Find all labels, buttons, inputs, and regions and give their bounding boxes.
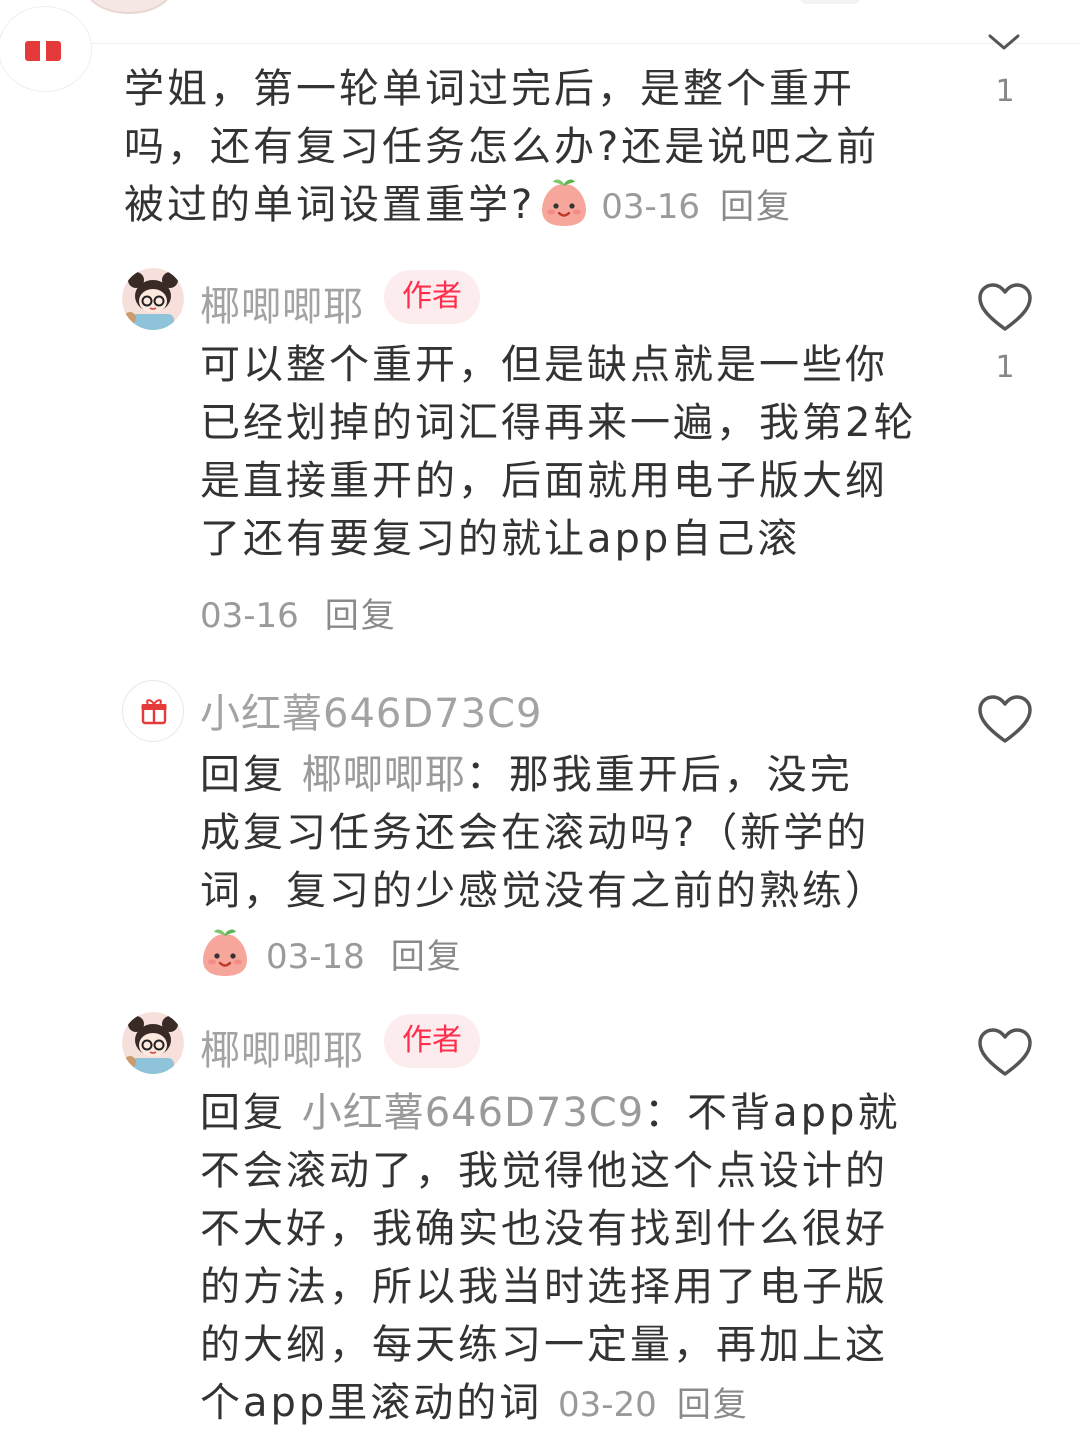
username[interactable]: 椰唧唧耶 <box>200 274 364 332</box>
author-badge: 作者 <box>384 270 480 324</box>
reply-last-line: 个app里滚动的词 03-20 回复 <box>200 1374 940 1434</box>
avatar-image <box>122 1012 184 1074</box>
reply-line: 成复习任务还会在滚动吗?（新学的 <box>200 810 870 856</box>
reply-button[interactable]: 回复 <box>325 596 397 636</box>
gift-icon <box>25 41 61 61</box>
reply-line: 可以整个重开，但是缺点就是一些你 <box>200 342 888 388</box>
reply-button[interactable]: 回复 <box>391 937 463 977</box>
heart-icon[interactable] <box>977 282 1033 334</box>
username[interactable]: 小红薯646D73C9 <box>200 681 542 739</box>
reply-target-username[interactable]: 小红薯646D73C9 <box>302 1090 644 1136</box>
peach-smile-emoji <box>203 929 247 976</box>
reply-line: 的方法，所以我当时选择用了电子版 <box>200 1264 888 1310</box>
reply-line: 词，复习的少感觉没有之前的熟练） <box>200 868 888 914</box>
author-badge: 作者 <box>384 1014 480 1068</box>
comment-line: 学姐，第一轮单词过完后，是整个重开 <box>124 66 855 112</box>
avatar[interactable] <box>122 268 184 330</box>
reply-meta: 03-18 回复 <box>200 926 463 978</box>
reply-line: 已经划掉的词汇得再来一遍，我第2轮 <box>200 400 917 446</box>
reply-line: 不背app就 <box>687 1090 901 1136</box>
reply-line: 不大好，我确实也没有找到什么很好 <box>200 1206 888 1252</box>
reply-date: 03-16 <box>200 596 299 636</box>
reply-prefix: 回复 <box>200 1090 286 1136</box>
reply-meta: 03-16 回复 <box>200 588 397 637</box>
reply-line: 不会滚动了，我觉得他这个点设计的 <box>200 1148 888 1194</box>
reply-line: 那我重开后，没完 <box>508 752 853 798</box>
comment-last-line: 被过的单词设置重学? 03-16 回复 <box>124 176 944 236</box>
reply-line: 个app里滚动的词 <box>200 1380 543 1426</box>
gift-avatar-partial[interactable] <box>0 6 92 92</box>
top-partial-bar <box>0 0 1080 50</box>
peach-smile-emoji <box>542 179 587 226</box>
reply-date: 03-20 <box>558 1385 657 1425</box>
reply-text[interactable]: 回复 小红薯646D73C9：不背app就 不会滚动了，我觉得他这个点设计的 不… <box>200 1084 940 1434</box>
gift-icon <box>141 699 167 725</box>
reply-text[interactable]: 回复 椰唧唧耶：那我重开后，没完 成复习任务还会在滚动吗?（新学的 词，复习的少… <box>200 746 940 920</box>
reply-prefix: 回复 <box>200 752 286 798</box>
reply-first-line: 回复 小红薯646D73C9：不背app就 <box>200 1084 940 1142</box>
avatar[interactable] <box>122 1012 184 1074</box>
reply-button[interactable]: 回复 <box>677 1385 749 1425</box>
reply-line: 的大纲，每天练习一定量，再加上这 <box>200 1322 888 1368</box>
reply-line: 是直接重开的，后面就用电子版大纲 <box>200 458 888 504</box>
like-count: 1 <box>995 350 1015 385</box>
comment-date: 03-16 <box>601 187 701 227</box>
reply-text[interactable]: 可以整个重开，但是缺点就是一些你 已经划掉的词汇得再来一遍，我第2轮 是直接重开… <box>200 336 940 568</box>
like-count: 1 <box>995 74 1015 109</box>
avatar-image <box>122 268 184 330</box>
reply-first-line: 回复 椰唧唧耶：那我重开后，没完 <box>200 746 940 804</box>
reply-target-username[interactable]: 椰唧唧耶 <box>302 752 466 798</box>
chevron-down-icon[interactable] <box>986 32 1022 52</box>
reply-button[interactable]: 回复 <box>720 187 792 227</box>
partial-element <box>800 0 860 4</box>
comment-line: 吗，还有复习任务怎么办?还是说吧之前 <box>124 124 880 170</box>
comment-line: 被过的单词设置重学? <box>124 182 536 228</box>
heart-icon[interactable] <box>977 694 1033 746</box>
reply-date: 03-18 <box>266 937 365 977</box>
colon: ： <box>465 752 509 798</box>
avatar[interactable] <box>122 680 184 742</box>
colon: ： <box>644 1090 688 1136</box>
comment-text[interactable]: 学姐，第一轮单词过完后，是整个重开 吗，还有复习任务怎么办?还是说吧之前 被过的… <box>124 60 944 236</box>
reply-line: 了还有要复习的就让app自己滚 <box>200 516 801 562</box>
username[interactable]: 椰唧唧耶 <box>200 1018 364 1076</box>
avatar-partial <box>86 0 172 14</box>
heart-icon[interactable] <box>977 1027 1033 1079</box>
